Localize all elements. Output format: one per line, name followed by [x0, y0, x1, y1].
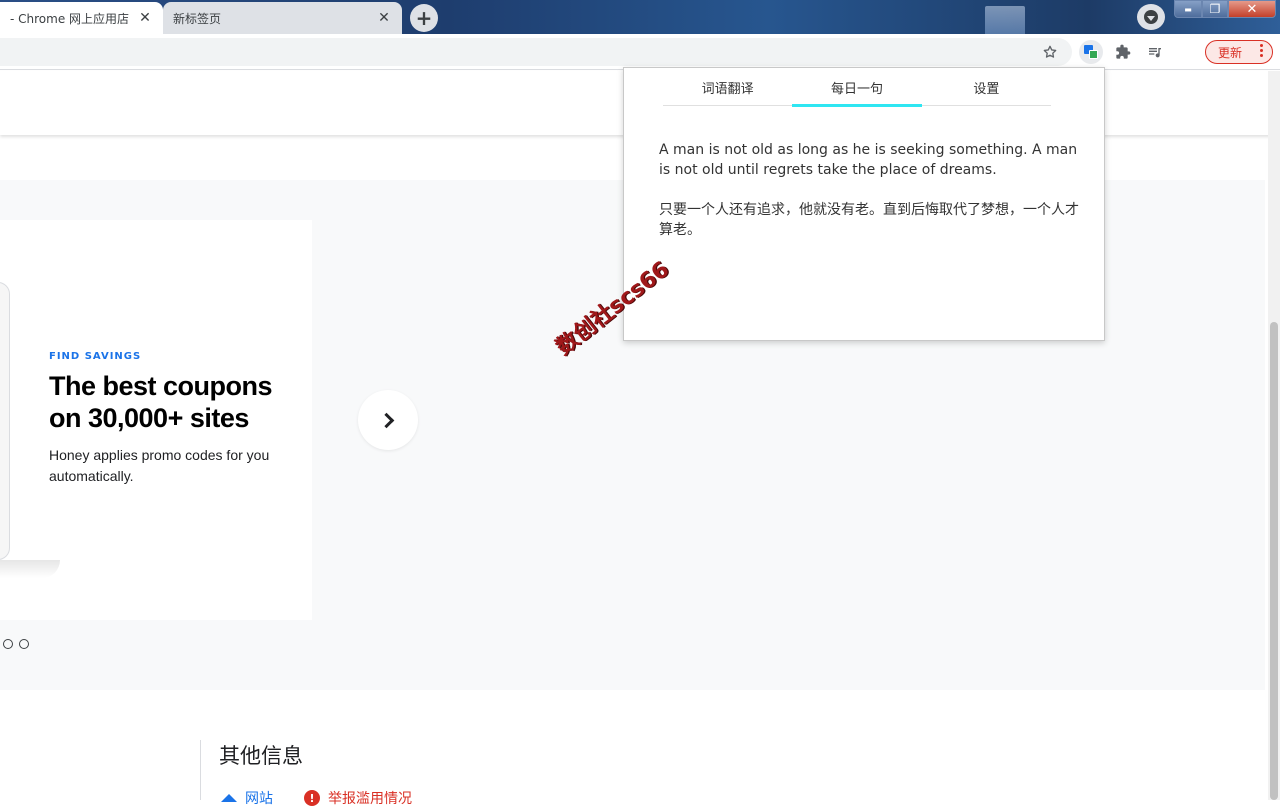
carousel-dot[interactable] [19, 639, 29, 649]
media-playlist-icon [1149, 48, 1161, 58]
carousel-dots [3, 639, 29, 649]
quote-chinese: 只要一个人还有追求，他就没有老。直到后悔取代了梦想，一个人才算老。 [659, 202, 1079, 238]
window-close-button[interactable]: ✕ [1228, 0, 1276, 18]
puzzle-icon [1116, 44, 1131, 59]
new-tab-button[interactable]: + [410, 4, 438, 32]
browser-toolbar: 更新 [0, 34, 1280, 70]
home-icon [221, 794, 237, 802]
slide-title: The best coupons on 30,000+ sites [49, 371, 273, 433]
chevron-right-icon [378, 412, 394, 428]
desktop-wallpaper-shape [985, 6, 1025, 34]
address-bar[interactable] [0, 38, 1072, 66]
report-abuse-link[interactable]: ! 举报滥用情况 [304, 788, 412, 808]
extensions-button[interactable] [1111, 40, 1135, 64]
tab-strip: - Chrome 网上应用店 ✕ 新标签页 ✕ + ▬ ❐ ✕ [0, 0, 1280, 34]
tab-search-button[interactable] [1137, 4, 1165, 30]
carousel-next-button[interactable] [358, 390, 418, 450]
laptop-illustration [0, 282, 10, 560]
section-divider [200, 740, 201, 800]
window-controls: ▬ ❐ ✕ [1174, 0, 1276, 18]
tab-daily-sentence[interactable]: 每日一句 [792, 68, 922, 107]
minimize-button[interactable]: ▬ [1174, 0, 1202, 18]
update-label: 更新 [1218, 45, 1243, 60]
tab-word-translation[interactable]: 词语翻译 [663, 68, 792, 105]
additional-info-title: 其他信息 [219, 744, 303, 768]
translate-extension-popup: 词语翻译 每日一句 设置 A man is not old as long as… [623, 67, 1105, 341]
translate-extension-button[interactable] [1079, 40, 1103, 64]
tab-new-tab[interactable]: 新标签页 ✕ [163, 2, 402, 34]
maximize-button[interactable]: ❐ [1202, 0, 1228, 18]
website-label: 网站 [245, 791, 273, 807]
daily-quote: A man is not old as long as he is seekin… [659, 140, 1084, 260]
tab-title: 新标签页 [173, 11, 222, 26]
tab-settings[interactable]: 设置 [922, 68, 1051, 105]
slide-description: Honey applies promo codes for you automa… [49, 447, 270, 484]
quote-english: A man is not old as long as he is seekin… [659, 142, 1078, 178]
carousel-slide[interactable]: FIND SAVINGS The best coupons on 30,000+… [0, 220, 312, 620]
website-link[interactable]: 网站 [221, 788, 273, 808]
chevron-down-icon [1144, 10, 1158, 24]
minimize-icon: ▬ [1184, 4, 1192, 14]
slide-eyebrow: FIND SAVINGS [49, 351, 142, 362]
popup-tab-bar: 词语翻译 每日一句 设置 [663, 68, 1051, 107]
media-control-button[interactable] [1143, 40, 1167, 64]
more-vert-icon [1260, 44, 1264, 57]
tab-chrome-web-store[interactable]: - Chrome 网上应用店 ✕ [0, 2, 163, 34]
alert-icon: ! [304, 790, 320, 806]
update-button[interactable]: 更新 [1205, 40, 1273, 64]
tab-title: - Chrome 网上应用店 [10, 11, 130, 26]
close-icon: ✕ [1246, 1, 1258, 17]
laptop-base-illustration [0, 560, 60, 578]
close-icon[interactable]: ✕ [137, 10, 153, 26]
scrollbar-thumb[interactable] [1270, 322, 1278, 800]
star-outline-icon [1043, 45, 1057, 58]
bookmark-star-button[interactable] [1038, 40, 1062, 64]
restore-icon: ❐ [1209, 2, 1221, 16]
carousel-dot[interactable] [3, 639, 13, 649]
translate-extension-icon [1084, 45, 1098, 59]
close-icon[interactable]: ✕ [376, 10, 392, 26]
report-abuse-label: 举报滥用情况 [328, 791, 412, 807]
